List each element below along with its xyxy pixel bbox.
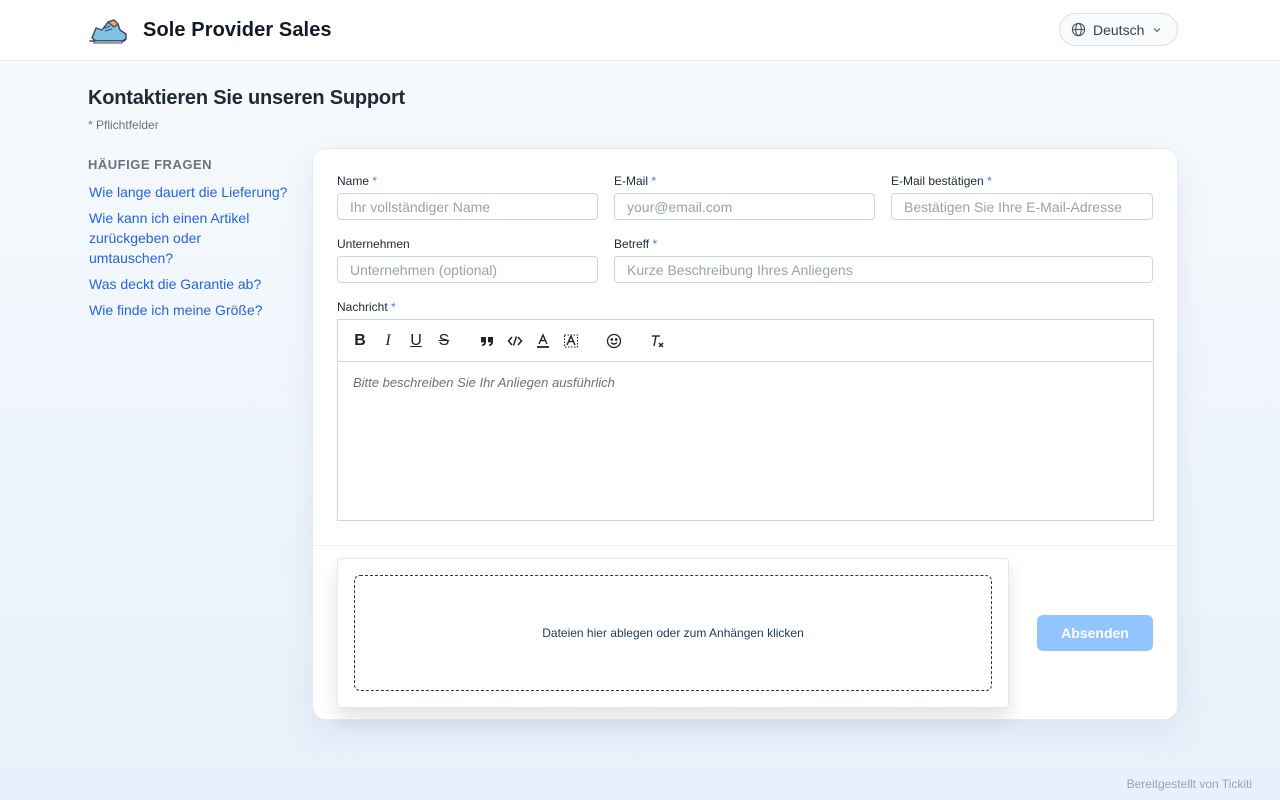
email-input[interactable] — [614, 193, 875, 220]
required-fields-note: * Pflichtfelder — [88, 118, 159, 132]
company-label: Unternehmen — [337, 237, 410, 251]
faq-link[interactable]: Wie lange dauert die Lieferung? — [88, 182, 288, 202]
editor-toolbar: B I U S — [338, 320, 1153, 362]
email-label-text: E-Mail — [614, 174, 649, 188]
quote-button[interactable] — [477, 331, 497, 351]
text-color-button[interactable] — [533, 331, 553, 351]
highlight-button[interactable] — [561, 331, 581, 351]
italic-button[interactable]: I — [378, 331, 398, 351]
code-button[interactable] — [505, 331, 525, 351]
subject-label: Betreff * — [614, 237, 657, 251]
brand[interactable]: Sole Provider Sales — [88, 14, 332, 46]
company-label-text: Unternehmen — [337, 237, 410, 251]
email-confirm-label-text: E-Mail bestätigen — [891, 174, 984, 188]
section-divider — [313, 545, 1177, 546]
required-star: * — [391, 300, 396, 314]
name-label: Name * — [337, 174, 377, 188]
sneaker-logo-icon — [89, 19, 127, 44]
strikethrough-button[interactable]: S — [434, 331, 454, 351]
contact-form-card: Name * E-Mail * E-Mail bestätigen * Unte… — [312, 148, 1178, 720]
faq-heading: HÄUFIGE FRAGEN — [88, 157, 212, 172]
faq-list: Wie lange dauert die Lieferung? Wie kann… — [88, 182, 288, 320]
faq-section: HÄUFIGE FRAGEN Wie lange dauert die Lief… — [88, 157, 288, 326]
faq-link[interactable]: Wie kann ich einen Artikel zurückgeben o… — [88, 208, 288, 268]
faq-link[interactable]: Wie finde ich meine Größe? — [88, 300, 288, 320]
underline-button[interactable]: U — [406, 331, 426, 351]
footer-credit[interactable]: Bereitgestellt von Tickiti — [1127, 777, 1252, 791]
language-selector[interactable]: Deutsch — [1059, 13, 1178, 46]
message-editor: B I U S Bitte beschreiben Sie Ihr Anlieg… — [337, 319, 1154, 521]
underline-glyph: U — [410, 332, 422, 349]
required-star: * — [372, 174, 378, 188]
strike-glyph: S — [438, 332, 450, 349]
highlight-icon — [563, 334, 579, 348]
submit-button[interactable]: Absenden — [1037, 615, 1153, 651]
chevron-down-icon — [1153, 27, 1161, 32]
language-label: Deutsch — [1093, 21, 1145, 38]
attachment-panel: Dateien hier ablegen oder zum Anhängen k… — [337, 558, 1009, 708]
message-label: Nachricht * — [337, 300, 396, 314]
subject-label-text: Betreff — [614, 237, 650, 251]
italic-glyph: I — [385, 332, 391, 349]
company-input[interactable] — [337, 256, 598, 283]
email-label: E-Mail * — [614, 174, 656, 188]
code-icon — [507, 336, 523, 346]
message-label-text: Nachricht — [337, 300, 388, 314]
required-star: * — [88, 118, 93, 132]
subject-input[interactable] — [614, 256, 1153, 283]
message-placeholder[interactable]: Bitte beschreiben Sie Ihr Anliegen ausfü… — [353, 375, 615, 390]
faq-link[interactable]: Was deckt die Garantie ab? — [88, 274, 288, 294]
required-note-text: Pflichtfelder — [96, 118, 159, 132]
emoji-icon — [606, 333, 622, 349]
text-color-icon — [537, 333, 549, 348]
brand-name: Sole Provider Sales — [143, 18, 332, 41]
email-confirm-input[interactable] — [891, 193, 1153, 220]
email-confirm-label: E-Mail bestätigen * — [891, 174, 992, 188]
quote-icon — [481, 337, 493, 346]
page-title: Kontaktieren Sie unseren Support — [88, 87, 405, 109]
emoji-button[interactable] — [604, 331, 624, 351]
globe-icon — [1071, 22, 1086, 37]
required-star: * — [651, 174, 657, 188]
name-label-text: Name — [337, 174, 370, 188]
name-input[interactable] — [337, 193, 598, 220]
dropzone-text: Dateien hier ablegen oder zum Anhängen k… — [542, 626, 804, 640]
required-star: * — [987, 174, 992, 188]
file-dropzone[interactable]: Dateien hier ablegen oder zum Anhängen k… — [354, 575, 992, 691]
bold-button[interactable]: B — [350, 331, 370, 351]
top-header: Sole Provider Sales Deutsch — [0, 0, 1280, 61]
required-star: * — [652, 237, 658, 251]
bold-glyph: B — [354, 332, 366, 349]
clear-format-icon — [652, 335, 664, 348]
clear-format-button[interactable] — [647, 331, 667, 351]
